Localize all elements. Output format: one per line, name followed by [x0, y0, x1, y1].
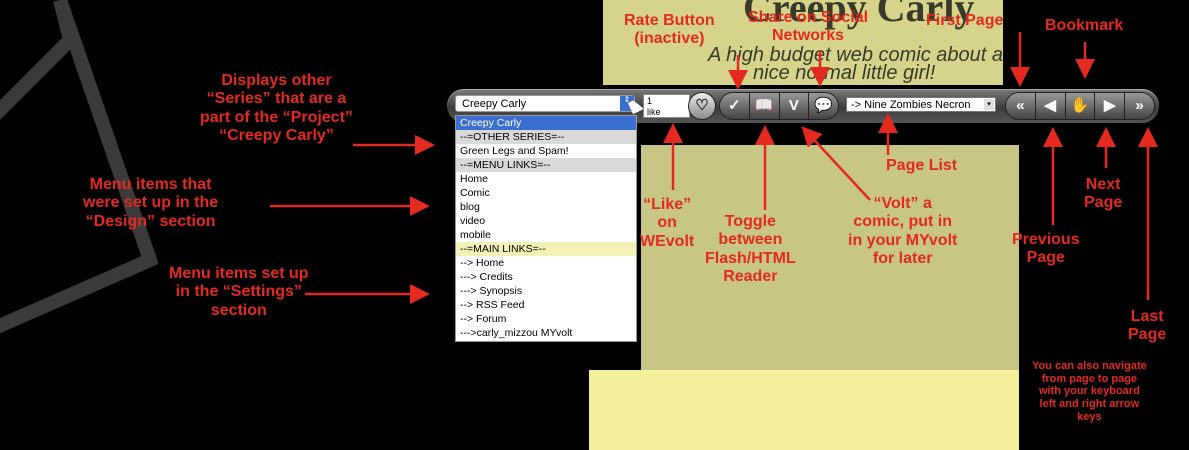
annotation-page-list: Page List	[886, 157, 958, 174]
annotation-previous-page: Previous Page	[1012, 231, 1080, 267]
annotation-bookmark: Bookmark	[1045, 17, 1124, 34]
annotation-rate: Rate Button (inactive)	[624, 12, 715, 48]
annotation-keyboard: You can also navigate from page to page wi…	[1032, 360, 1147, 423]
annotation-next-page: Next Page	[1084, 176, 1123, 212]
annotation-like: “Like” on WEvolt	[640, 196, 695, 250]
annotation-share: Share on Social Networks	[748, 9, 869, 45]
annotation-toggle: Toggle between Flash/HTML Reader	[705, 213, 796, 286]
annotation-design: Menu items that were set up in the “Design…	[83, 176, 219, 230]
annotation-first-page: First Page	[926, 12, 1004, 29]
annotation-series: Displays other “Series” that are a part of…	[200, 72, 353, 145]
annotation-last-page: Last Page	[1128, 308, 1167, 344]
annotation-settings: Menu items set up in the “Settings” sectio…	[169, 265, 309, 319]
annotation-volt: “Volt” a comic, put in in your MYvolt for l…	[848, 195, 958, 268]
